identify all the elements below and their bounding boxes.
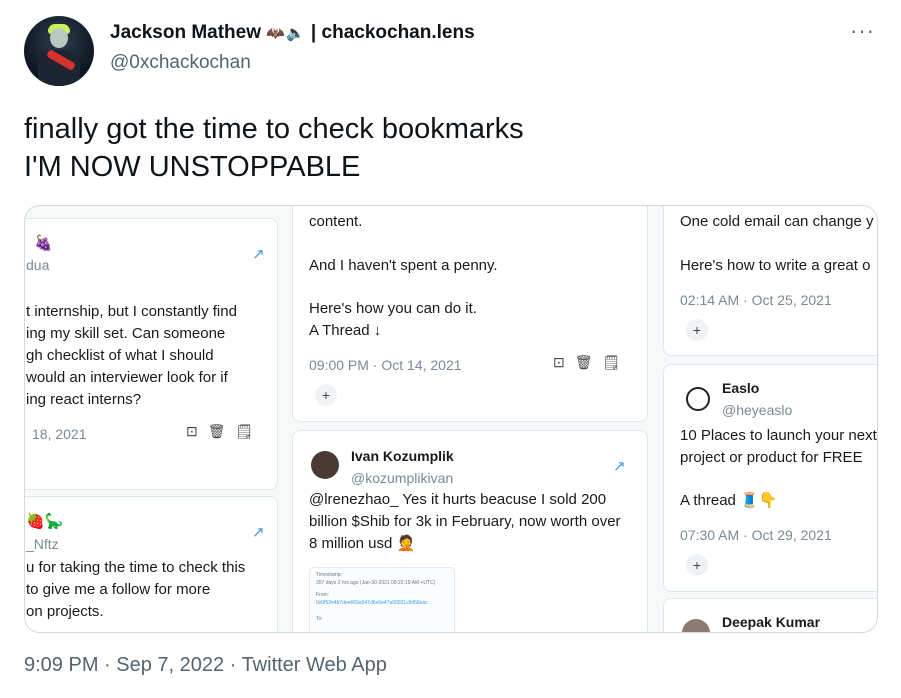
card-handle: dua <box>26 257 50 273</box>
card-text-line: @lrenezhao_ Yes it hurts beacuse I sold … <box>309 491 607 508</box>
card-text-line: to give me a follow for more <box>26 581 211 598</box>
bookmark-card: 🍇 dua ↗ t internship, but I constantly f… <box>25 218 278 490</box>
bookmark-card: Easlo @heyeaslo 10 Places to launch your… <box>663 364 877 592</box>
author-name-row[interactable]: Jackson Mathew 🦇🔈 | chackochan.lens <box>110 22 475 44</box>
card-date: 09:00 PM · Oct 14, 2021 <box>309 357 462 373</box>
add-button[interactable]: + <box>686 554 708 576</box>
card-date: 02:14 AM · Oct 25, 2021 <box>680 292 832 308</box>
tweet-timestamp: 9:09 PM · Sep 7, 2022 · Twitter Web App <box>24 654 387 677</box>
bookmark-card: Deepak Kumar <box>663 598 877 632</box>
card-text-line: Here's how to write a great o <box>680 257 871 274</box>
more-options-icon[interactable]: ··· <box>850 18 875 44</box>
card-handle: _Nftz <box>26 536 59 552</box>
card-action-icons[interactable]: ⊡🗑🗒 <box>186 423 263 440</box>
separator: · <box>98 654 117 676</box>
bookmark-card: One cold email can change y Here's how t… <box>663 206 877 356</box>
author-avatar[interactable] <box>24 16 94 86</box>
card-text-line: ing my skill set. Can someone <box>26 325 226 342</box>
deepak-avatar <box>682 619 710 632</box>
card-date: 07:30 AM · Oct 29, 2021 <box>680 527 832 543</box>
card-author-handle: @kozumplikivan <box>351 470 454 486</box>
mini-text: To: <box>316 616 323 622</box>
author-name-suffix[interactable]: | chackochan.lens <box>311 22 475 43</box>
tweet-line-2: I'M NOW UNSTOPPABLE <box>24 151 361 183</box>
card-text-line: Here's how you can do it. <box>309 300 477 317</box>
avatar-head <box>50 28 68 48</box>
mini-text: 0x0f52e4b7dee669a547d6e0e47a60031c0d58ea… <box>316 600 428 606</box>
tweet-source: Twitter Web App <box>241 654 387 676</box>
tweet-time[interactable]: 9:09 PM <box>24 654 98 676</box>
separator: · <box>224 654 242 676</box>
author-name-emoji: 🦇🔈 <box>266 25 306 42</box>
card-text-line: 8 million usd 🤦 <box>309 535 416 552</box>
card-text-line: One cold email can change y <box>680 213 874 230</box>
card-text-line: would an interviewer look for if <box>26 369 228 386</box>
card-author-handle: @heyeaslo <box>722 402 793 418</box>
card-text-line: A Thread ↓ <box>309 322 382 339</box>
mini-text: From: <box>316 592 330 598</box>
add-button[interactable]: + <box>315 384 337 406</box>
bookmark-card: content. And I haven't spent a penny. He… <box>292 206 648 422</box>
mini-text: 357 days 2 hrs ago (Jan-30-2021 08:22:19… <box>316 580 436 586</box>
card-author-name: Ivan Kozumplik <box>351 448 454 464</box>
card-author-name: Easlo <box>722 380 760 396</box>
card-text-line: gh checklist of what I should <box>26 347 214 364</box>
card-text-line: And I haven't spent a penny. <box>309 257 498 274</box>
card-emoji: 🍓🦕 <box>26 513 64 530</box>
card-text-line: on projects. <box>26 603 104 620</box>
card-date: 18, 2021 <box>32 426 87 442</box>
external-link-icon[interactable]: ↗ <box>613 457 626 475</box>
card-emoji: 🍇 <box>34 235 53 252</box>
tweet-media-image[interactable]: 🍇 dua ↗ t internship, but I constantly f… <box>24 205 878 633</box>
bookmark-card: 🍓🦕 _Nftz ↗ u for taking the time to chec… <box>25 496 278 632</box>
card-text-line: 10 Places to launch your next <box>680 427 877 444</box>
tweet-text: finally got the time to check bookmarks … <box>24 110 524 186</box>
easlo-avatar <box>686 387 710 411</box>
card-text-line: billion $Shib for 3k in February, now wo… <box>309 513 621 530</box>
card-text-line: project or product for FREE <box>680 449 863 466</box>
card-author-name: Deepak Kumar <box>722 614 821 630</box>
add-button[interactable]: + <box>686 319 708 341</box>
card-text-line: A thread 🧵👇 <box>680 492 778 509</box>
tweet-line-1: finally got the time to check bookmarks <box>24 113 524 145</box>
card-text-line: t internship, but I constantly find <box>26 303 237 320</box>
card-text-line: u for taking the time to check this <box>26 559 246 576</box>
card-text-line: content. <box>309 213 363 230</box>
author-handle[interactable]: @0xchackochan <box>110 52 251 74</box>
ivan-avatar <box>311 451 339 479</box>
card-text-line: ing react interns? <box>26 391 142 408</box>
external-link-icon[interactable]: ↗ <box>252 245 265 263</box>
external-link-icon[interactable]: ↗ <box>252 523 265 541</box>
card-action-icons[interactable]: ⊡🗑🗒 <box>553 354 630 371</box>
embedded-screenshot: Timestamp: 357 days 2 hrs ago (Jan-30-20… <box>309 567 455 632</box>
tweet-date[interactable]: Sep 7, 2022 <box>116 654 224 676</box>
author-name[interactable]: Jackson Mathew <box>110 22 261 43</box>
mini-text: Timestamp: <box>316 572 342 578</box>
bookmark-card: Ivan Kozumplik @kozumplikivan ↗ @lrenezh… <box>292 430 648 632</box>
